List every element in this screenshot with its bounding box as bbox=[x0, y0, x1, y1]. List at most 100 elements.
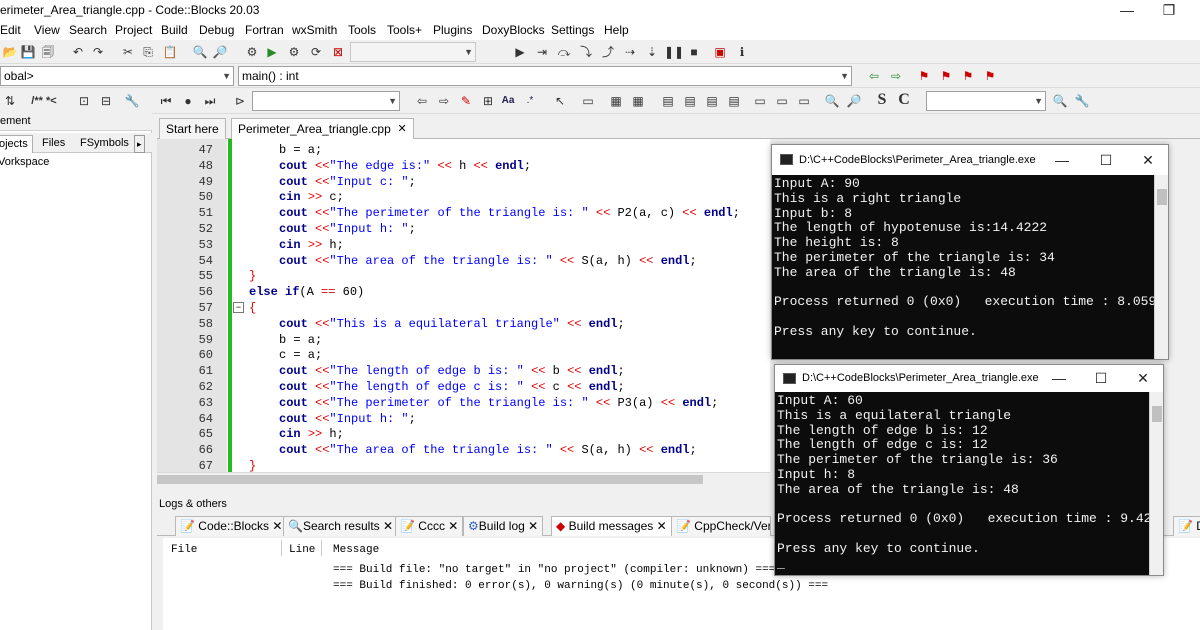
build-target-select[interactable]: ▼ bbox=[350, 42, 476, 62]
code-line[interactable]: 50 cin >> c; bbox=[157, 189, 770, 205]
next-line-icon[interactable]: ⤼ bbox=[556, 44, 572, 60]
scope-select[interactable]: obal> ▼ bbox=[0, 66, 234, 86]
zoom-out-icon[interactable]: 🔎 bbox=[846, 93, 862, 109]
column-message[interactable]: Message bbox=[333, 544, 379, 556]
build-message-row[interactable]: === Build file: "no target" in "no proje… bbox=[333, 564, 775, 576]
layout-icon-1[interactable]: ▤ bbox=[660, 93, 676, 109]
code-line[interactable]: 61 cout <<"The length of edge b is: " << … bbox=[157, 363, 770, 379]
clear-bookmarks-icon[interactable]: ⚑ bbox=[982, 68, 998, 84]
console-2-scrollbar[interactable] bbox=[1149, 392, 1163, 575]
paste-icon[interactable]: 📋 bbox=[162, 44, 178, 60]
debug-windows-icon[interactable]: ▣ bbox=[712, 44, 728, 60]
grid-icon-1[interactable]: ▦ bbox=[608, 93, 624, 109]
code-line[interactable]: 67} bbox=[157, 458, 770, 472]
console-2-maximize-button[interactable]: ☐ bbox=[1081, 365, 1121, 392]
find-icon[interactable]: 🔍 bbox=[192, 44, 208, 60]
save-all-icon[interactable]: 🗐 bbox=[40, 44, 56, 60]
close-tab-icon[interactable]: ✕ bbox=[398, 119, 407, 139]
copy-icon[interactable]: ⎘ bbox=[140, 44, 156, 60]
pause-icon[interactable]: ❚❚ bbox=[664, 44, 684, 60]
symbol-search-icon[interactable]: 🔍 bbox=[1052, 93, 1068, 109]
tab-codeblocks-log[interactable]: 📝 Code::Blocks ✕ bbox=[175, 516, 288, 536]
menu-view[interactable]: View bbox=[34, 23, 60, 37]
box-icon-3[interactable]: ▭ bbox=[796, 93, 812, 109]
console-1-maximize-button[interactable]: ☐ bbox=[1086, 145, 1126, 175]
fold-marker-icon[interactable]: − bbox=[233, 302, 244, 313]
tab-start-here[interactable]: Start here bbox=[159, 118, 226, 139]
console-window-1[interactable]: D:\C++CodeBlocks\Perimeter_Area_triangle… bbox=[771, 144, 1169, 360]
restore-button[interactable]: ❐ bbox=[1146, 0, 1192, 22]
build-message-row[interactable]: === Build finished: 0 error(s), 0 warnin… bbox=[333, 580, 828, 592]
scroll-thumb[interactable] bbox=[1152, 406, 1162, 422]
layout-icon-3[interactable]: ▤ bbox=[704, 93, 720, 109]
build-icon[interactable]: ⚙ bbox=[244, 44, 260, 60]
run-to-cursor-icon[interactable]: ⇥ bbox=[534, 44, 550, 60]
scroll-thumb[interactable] bbox=[157, 475, 703, 484]
code-line[interactable]: 58 cout <<"This is a equilateral triangle… bbox=[157, 316, 770, 332]
console-2-minimize-button[interactable]: — bbox=[1039, 365, 1079, 392]
grid-icon-2[interactable]: ▦ bbox=[630, 93, 646, 109]
console-window-2[interactable]: D:\C++CodeBlocks\Perimeter_Area_triangle… bbox=[774, 364, 1164, 576]
cut-icon[interactable]: ✂ bbox=[120, 44, 136, 60]
find-next-icon[interactable]: ⇨ bbox=[436, 93, 452, 109]
code-line[interactable]: 53 cin >> h; bbox=[157, 237, 770, 253]
code-line[interactable]: 64 cout <<"Input h: "; bbox=[157, 411, 770, 427]
doxy-html-icon[interactable]: ⊟ bbox=[98, 93, 114, 109]
menu-wxsmith[interactable]: wxSmith bbox=[292, 23, 337, 37]
select-cursor-icon[interactable]: ↖ bbox=[552, 93, 568, 109]
rect-icon[interactable]: ▭ bbox=[580, 93, 596, 109]
undo-icon[interactable]: ↶ bbox=[70, 44, 86, 60]
replace-icon[interactable]: 🔎 bbox=[212, 44, 228, 60]
regex-icon[interactable]: .* bbox=[522, 93, 538, 109]
box-icon-2[interactable]: ▭ bbox=[774, 93, 790, 109]
minimize-button[interactable]: — bbox=[1104, 0, 1150, 22]
code-line[interactable]: 48 cout <<"The edge is:" << h << endl; bbox=[157, 158, 770, 174]
tab-files[interactable]: Files bbox=[38, 135, 69, 153]
code-line[interactable]: 52 cout <<"Input h: "; bbox=[157, 221, 770, 237]
symbol-s-icon[interactable]: S bbox=[874, 92, 890, 108]
code-line[interactable]: 63 cout <<"The perimeter of the triangle … bbox=[157, 395, 770, 411]
toggle-bookmark-icon[interactable]: ⚑ bbox=[916, 68, 932, 84]
console-2-close-button[interactable]: ✕ bbox=[1123, 365, 1163, 392]
code-line[interactable]: 55} bbox=[157, 268, 770, 284]
tabs-scroll-right-icon[interactable]: ▸ bbox=[134, 135, 145, 153]
menu-help[interactable]: Help bbox=[604, 23, 629, 37]
doxy-wizard-icon[interactable]: ⇅ bbox=[2, 93, 18, 109]
code-line[interactable]: 59 b = a; bbox=[157, 332, 770, 348]
symbol-select[interactable]: ▼ bbox=[926, 91, 1046, 111]
debug-info-icon[interactable]: ℹ bbox=[734, 44, 750, 60]
abort-icon[interactable]: ⊠ bbox=[330, 44, 346, 60]
tab-search-results[interactable]: 🔍Search results ✕ bbox=[283, 516, 399, 536]
step-out-icon[interactable]: ⤴ bbox=[600, 44, 616, 60]
layout-icon-2[interactable]: ▤ bbox=[682, 93, 698, 109]
code-line[interactable]: 54 cout <<"The area of the triangle is: "… bbox=[157, 253, 770, 269]
doxy-extract-icon[interactable]: ⊡ bbox=[76, 93, 92, 109]
code-line[interactable]: 65 cin >> h; bbox=[157, 426, 770, 442]
highlight-icon[interactable]: ✎ bbox=[458, 93, 474, 109]
menu-edit[interactable]: Edit bbox=[0, 23, 21, 37]
menu-project[interactable]: Project bbox=[115, 23, 152, 37]
code-line[interactable]: 62 cout <<"The length of edge c is: " << … bbox=[157, 379, 770, 395]
jump-forward-icon[interactable]: ⇨ bbox=[888, 68, 904, 84]
tab-build-log[interactable]: ⚙Build log ✕ bbox=[463, 516, 544, 536]
jump-back-icon[interactable]: ⇦ bbox=[866, 68, 882, 84]
redo-icon[interactable]: ↷ bbox=[90, 44, 106, 60]
code-line[interactable]: 47 b = a; bbox=[157, 142, 770, 158]
step-instruction-icon[interactable]: ⇣ bbox=[644, 44, 660, 60]
match-case-icon[interactable]: Aa bbox=[500, 93, 516, 109]
code-line[interactable]: 66 cout <<"The area of the triangle is: "… bbox=[157, 442, 770, 458]
debug-run-icon[interactable]: ▶ bbox=[512, 44, 528, 60]
doxy-comment-button[interactable]: /** *< bbox=[24, 93, 64, 109]
workspace-node[interactable]: Vorkspace bbox=[0, 156, 49, 168]
doxy-prefs-icon[interactable]: 🔧 bbox=[124, 93, 140, 109]
open-icon[interactable]: 📂 bbox=[2, 44, 18, 60]
find-prev-icon[interactable]: ⇦ bbox=[414, 93, 430, 109]
code-line[interactable]: 57 { bbox=[157, 300, 770, 316]
tab-projects[interactable]: ojects bbox=[0, 135, 33, 153]
editor-horizontal-scrollbar[interactable] bbox=[157, 472, 770, 486]
zoom-in-icon[interactable]: 🔍 bbox=[824, 93, 840, 109]
console-1-minimize-button[interactable]: — bbox=[1042, 145, 1082, 175]
next-instruction-icon[interactable]: ⇢ bbox=[622, 44, 638, 60]
tab-cppcheck[interactable]: 📝 CppCheck/Vera bbox=[671, 516, 771, 536]
scroll-thumb[interactable] bbox=[1157, 189, 1167, 205]
